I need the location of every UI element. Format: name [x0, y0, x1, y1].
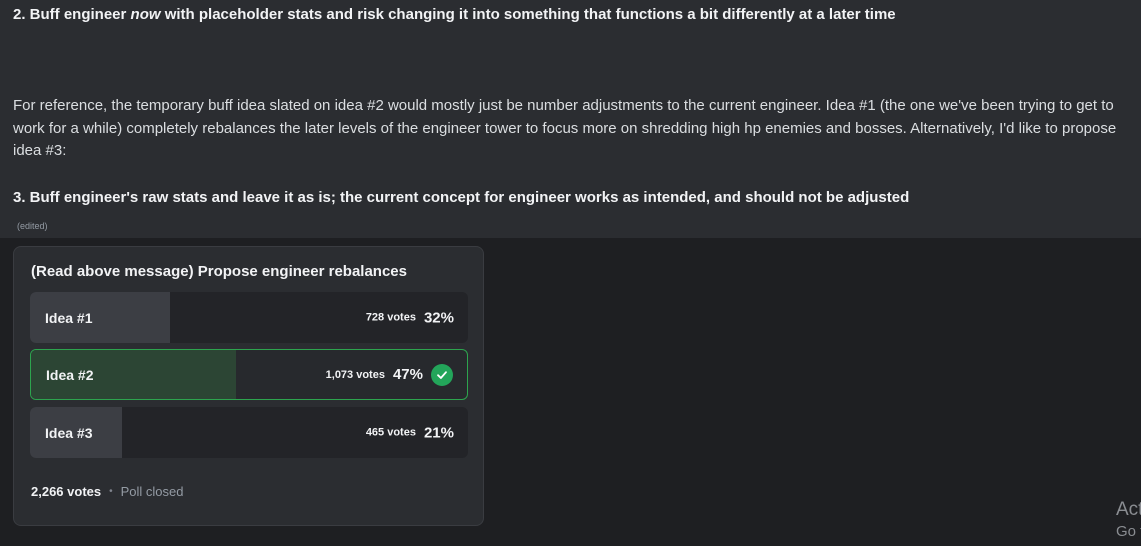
- poll-footer: 2,266 votes • Poll closed: [31, 484, 184, 499]
- poll-option-label: Idea #2: [46, 366, 94, 383]
- poll-option-idea-2[interactable]: Idea #2 1,073 votes 47%: [30, 349, 468, 400]
- heading-2-emphasis: now: [130, 6, 161, 23]
- poll-option-votes: 465 votes: [365, 426, 416, 439]
- poll-option-votes: 1,073 votes: [325, 368, 385, 381]
- poll-option-label: Idea #3: [45, 424, 93, 441]
- poll-question: (Read above message) Propose engineer re…: [31, 263, 407, 280]
- activation-watermark: Act Go t: [1116, 500, 1141, 539]
- poll-card: (Read above message) Propose engineer re…: [13, 246, 484, 526]
- edited-tag: (edited): [17, 221, 48, 231]
- bottom-strip: [0, 528, 1141, 546]
- poll-option-result: 728 votes 32%: [366, 309, 454, 326]
- poll-option-votes: 728 votes: [365, 311, 416, 324]
- heading-idea-2: 2. Buff engineer now with placeholder st…: [13, 4, 896, 26]
- poll-status: Poll closed: [120, 484, 184, 499]
- poll-total-votes: 2,266 votes: [31, 484, 102, 499]
- heading-2-prefix: 2. Buff engineer: [13, 6, 131, 23]
- watermark-line-2: Go t: [1116, 523, 1141, 540]
- check-icon: [431, 363, 453, 386]
- poll-option-percent: 47%: [392, 366, 423, 383]
- poll-option-result: 1,073 votes 47%: [325, 363, 453, 386]
- message-area: 2. Buff engineer now with placeholder st…: [0, 0, 1141, 238]
- footer-separator: •: [109, 486, 113, 497]
- poll-option-idea-3[interactable]: Idea #3 465 votes 21%: [30, 407, 468, 458]
- poll-option-idea-1[interactable]: Idea #1 728 votes 32%: [30, 292, 468, 343]
- poll-option-label: Idea #1: [45, 309, 93, 326]
- heading-2-suffix: with placeholder stats and risk changing…: [160, 6, 896, 23]
- poll-option-percent: 21%: [423, 424, 454, 441]
- poll-option-result: 465 votes 21%: [366, 424, 454, 441]
- reference-paragraph: For reference, the temporary buff idea s…: [13, 97, 1117, 159]
- watermark-line-1: Act: [1116, 499, 1141, 520]
- poll-option-percent: 32%: [423, 309, 454, 326]
- heading-idea-3: 3. Buff engineer's raw stats and leave i…: [13, 189, 910, 206]
